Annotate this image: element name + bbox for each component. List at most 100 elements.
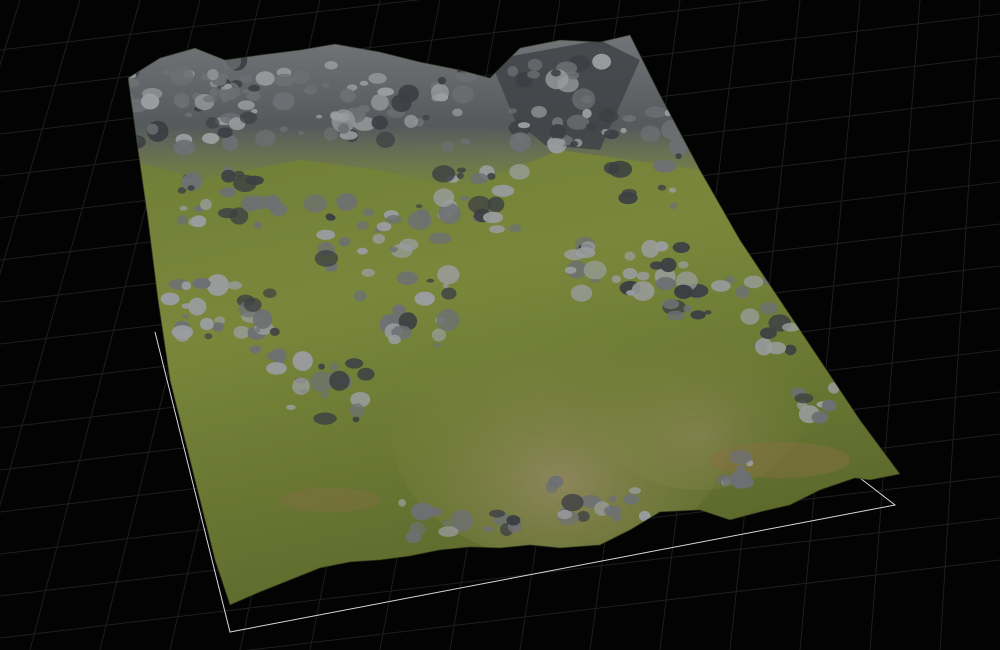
rock: [303, 194, 328, 213]
rock: [459, 195, 470, 201]
rock: [704, 310, 712, 315]
rock: [266, 352, 275, 360]
rock: [205, 117, 220, 129]
rock: [482, 526, 494, 532]
rock: [457, 167, 466, 173]
rock: [570, 140, 579, 147]
rock: [433, 188, 455, 207]
rock: [624, 251, 636, 261]
rock: [386, 215, 402, 224]
rock: [376, 131, 395, 148]
rock: [437, 265, 460, 285]
rock: [227, 281, 242, 290]
rock: [487, 196, 505, 213]
rock: [509, 132, 532, 153]
rock: [372, 233, 386, 244]
rock: [782, 322, 800, 332]
rock: [669, 202, 678, 210]
rock: [264, 194, 281, 211]
grid-line: [939, 0, 981, 650]
rock: [603, 162, 620, 175]
rock: [415, 204, 423, 209]
rock: [547, 138, 565, 148]
rock: [388, 334, 401, 345]
rock: [438, 526, 459, 537]
rock: [604, 505, 622, 517]
rock: [349, 403, 365, 418]
rock: [598, 109, 619, 123]
rock: [200, 317, 214, 331]
3d-viewport[interactable]: [0, 0, 1000, 650]
rock: [640, 125, 661, 142]
rock: [441, 287, 457, 300]
rock: [371, 115, 388, 130]
rock: [678, 261, 689, 269]
rock: [274, 73, 295, 87]
rock: [313, 412, 337, 425]
rock: [483, 211, 503, 224]
rock: [371, 93, 389, 111]
rock: [821, 399, 837, 412]
rock: [489, 225, 505, 234]
rock: [187, 185, 195, 191]
grid-line: [245, 559, 1000, 650]
grid-line: [0, 0, 421, 51]
rock: [666, 310, 685, 321]
rock: [217, 208, 239, 219]
rock: [316, 114, 323, 119]
rock: [181, 281, 192, 291]
rock: [441, 141, 455, 152]
rock: [318, 363, 325, 370]
rock: [353, 290, 367, 302]
rock: [239, 111, 258, 124]
rock: [506, 515, 521, 526]
rock: [128, 78, 140, 88]
rock: [181, 303, 192, 309]
rock: [314, 250, 339, 267]
rock: [398, 499, 406, 507]
rock: [456, 523, 464, 528]
rock: [622, 115, 636, 122]
rock: [460, 138, 471, 145]
rock: [179, 205, 188, 211]
rock: [436, 308, 460, 332]
terrain-scene[interactable]: [0, 0, 1000, 650]
rock: [442, 282, 449, 289]
rock: [432, 165, 456, 183]
rock: [655, 241, 669, 252]
rock: [657, 184, 667, 191]
rock: [813, 339, 821, 347]
rock: [531, 106, 547, 118]
rock: [736, 465, 746, 471]
rock: [452, 85, 474, 104]
rock: [391, 94, 412, 113]
rock: [188, 217, 203, 227]
rock: [411, 502, 434, 521]
rock: [668, 187, 677, 193]
rock: [279, 126, 288, 133]
rock: [255, 129, 276, 147]
rock: [357, 247, 368, 255]
rock: [221, 169, 236, 183]
rock: [224, 83, 232, 90]
rock: [192, 278, 211, 289]
rock: [252, 309, 273, 329]
rock: [729, 450, 753, 465]
rock: [452, 108, 463, 117]
rock: [426, 278, 435, 283]
rock: [743, 275, 764, 289]
rock: [359, 80, 369, 86]
terrain-mesh[interactable]: [113, 30, 901, 606]
rock: [759, 302, 779, 315]
rock: [414, 291, 435, 306]
rock: [376, 221, 392, 232]
rock: [572, 88, 596, 111]
rock: [621, 188, 637, 198]
rock: [409, 521, 426, 537]
rock: [174, 328, 191, 342]
rock: [564, 266, 577, 274]
rock: [407, 210, 432, 231]
rock: [794, 393, 814, 404]
rock: [202, 95, 218, 103]
rock: [362, 208, 374, 217]
